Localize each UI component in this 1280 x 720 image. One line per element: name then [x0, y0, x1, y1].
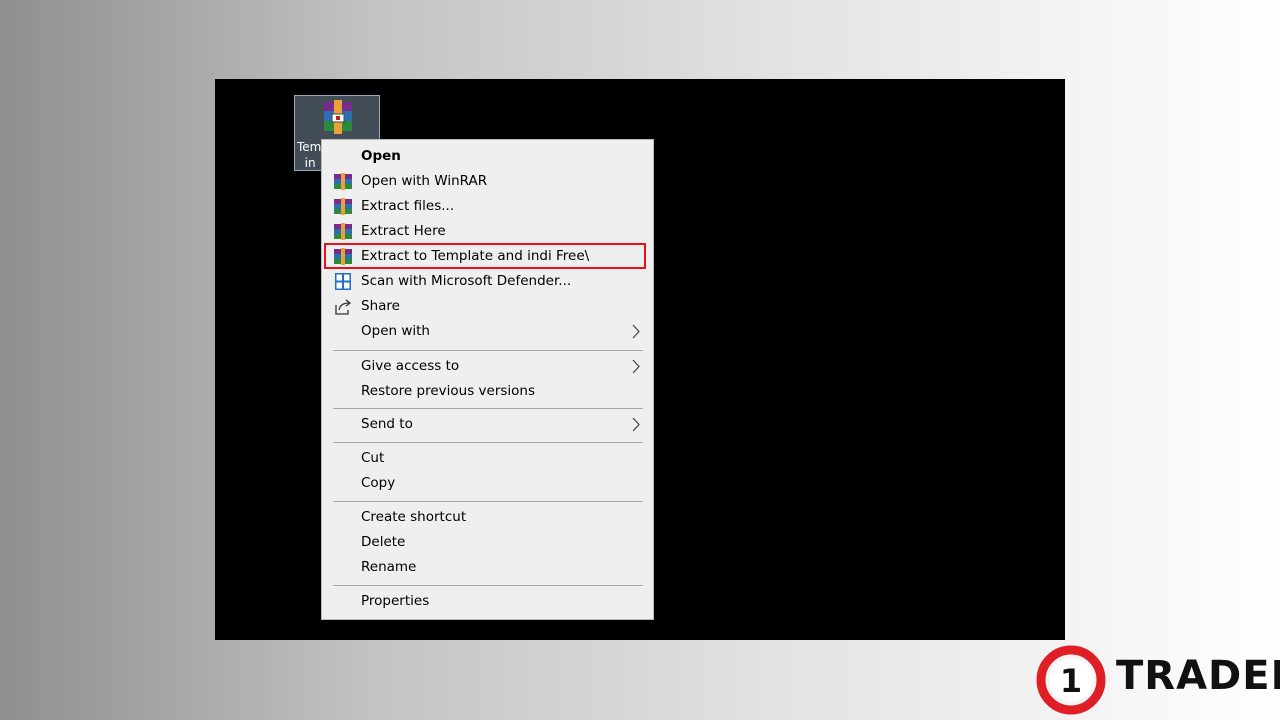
menu-item-copy[interactable]: Copy [322, 471, 653, 496]
menu-item-give-access[interactable]: Give access to [322, 354, 653, 379]
menu-item-send-to[interactable]: Send to [322, 412, 653, 437]
chevron-right-icon [632, 324, 640, 339]
context-menu: Open Open with WinRAR Extract files... E… [321, 139, 654, 620]
menu-separator [333, 350, 643, 351]
winrar-icon [334, 223, 352, 240]
menu-item-open-with-winrar[interactable]: Open with WinRAR [322, 169, 653, 194]
menu-item-extract-here[interactable]: Extract Here [322, 219, 653, 244]
share-icon [335, 299, 352, 315]
menu-item-label: Give access to [361, 358, 460, 374]
menu-item-label: Cut [361, 450, 385, 466]
menu-item-extract-files[interactable]: Extract files... [322, 194, 653, 219]
menu-item-label: Create shortcut [361, 509, 467, 525]
menu-item-rename[interactable]: Rename [322, 555, 653, 580]
menu-item-label: Copy [361, 475, 396, 491]
chevron-right-icon [632, 359, 640, 374]
menu-item-label: Delete [361, 534, 406, 550]
menu-item-label: Properties [361, 593, 430, 609]
logo-circle-icon: 1 [1036, 645, 1106, 715]
menu-item-label: Extract files... [361, 198, 455, 214]
menu-separator [333, 442, 643, 443]
menu-separator [333, 501, 643, 502]
menu-item-open-with[interactable]: Open with [322, 319, 653, 344]
menu-item-restore-versions[interactable]: Restore previous versions [322, 379, 653, 404]
menu-item-label: Extract Here [361, 223, 446, 239]
logo-digit: 1 [1060, 662, 1082, 700]
menu-item-create-shortcut[interactable]: Create shortcut [322, 505, 653, 530]
menu-item-properties[interactable]: Properties [322, 589, 653, 614]
menu-item-label: Scan with Microsoft Defender... [361, 273, 572, 289]
chevron-right-icon [632, 417, 640, 432]
winrar-icon [334, 173, 352, 190]
logo-word: TRADER [1116, 653, 1280, 699]
winrar-icon [334, 198, 352, 215]
menu-item-scan-defender[interactable]: Scan with Microsoft Defender... [322, 269, 653, 294]
menu-item-label: Share [361, 298, 400, 314]
menu-item-cut[interactable]: Cut [322, 446, 653, 471]
brand-logo: 1 TRADER [1034, 643, 1280, 717]
menu-separator [333, 408, 643, 409]
defender-shield-icon [335, 273, 351, 290]
menu-item-label: Open [361, 148, 401, 164]
menu-item-label: Open with WinRAR [361, 173, 488, 189]
winrar-archive-icon [324, 100, 352, 134]
menu-item-label: Rename [361, 559, 417, 575]
menu-item-share[interactable]: Share [322, 294, 653, 319]
menu-separator [333, 585, 643, 586]
highlight-box [324, 243, 646, 269]
menu-item-delete[interactable]: Delete [322, 530, 653, 555]
menu-item-label: Send to [361, 416, 413, 432]
menu-item-label: Open with [361, 323, 430, 339]
menu-item-label: Restore previous versions [361, 383, 536, 399]
menu-item-open[interactable]: Open [322, 144, 653, 169]
